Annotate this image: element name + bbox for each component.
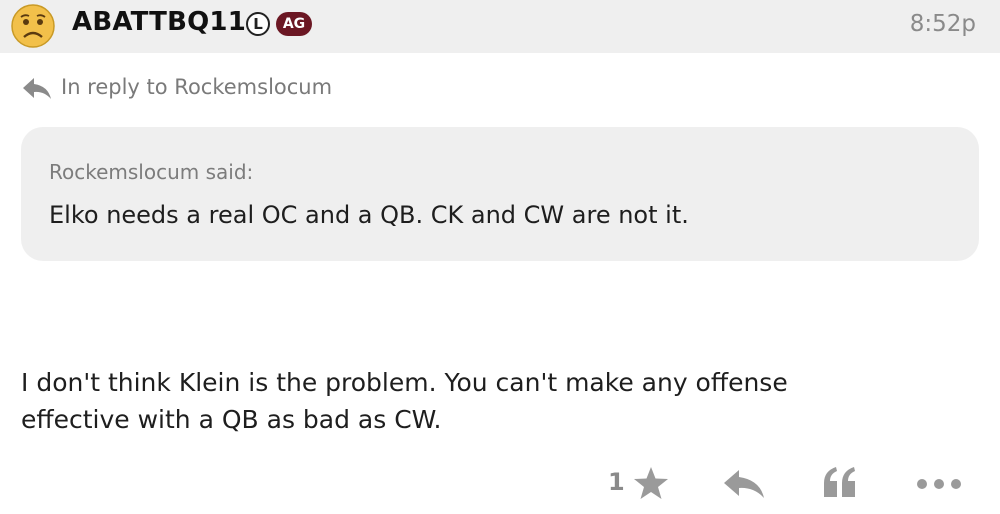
quote-block: Rockemslocum said: Elko needs a real OC …: [21, 127, 979, 261]
quote-marks-icon[interactable]: [822, 465, 858, 499]
post-body-line: effective with a QB as bad as CW.: [21, 405, 442, 434]
username[interactable]: ABATTBQ11: [72, 7, 246, 37]
post-body: I don't think Klein is the problem. You …: [21, 364, 921, 438]
post-header: ABATTBQ11 L AG 8:52p: [0, 0, 1000, 53]
post-body-line: I don't think Klein is the problem. You …: [21, 368, 788, 397]
avatar[interactable]: [10, 3, 56, 49]
quote-text: Elko needs a real OC and a QB. CK and CW…: [49, 201, 689, 229]
ellipsis-icon[interactable]: [916, 478, 962, 490]
timestamp: 8:52p: [909, 11, 976, 37]
reply-button-icon[interactable]: [722, 468, 766, 500]
star-icon[interactable]: [633, 466, 669, 500]
quote-author: Rockemslocum said:: [49, 160, 254, 184]
l-badge: L: [246, 12, 270, 36]
reply-arrow-icon: [23, 78, 51, 99]
reply-to-text: In reply to Rockemslocum: [61, 75, 333, 99]
ag-badge: AG: [276, 12, 312, 36]
like-count: 1: [608, 468, 625, 496]
